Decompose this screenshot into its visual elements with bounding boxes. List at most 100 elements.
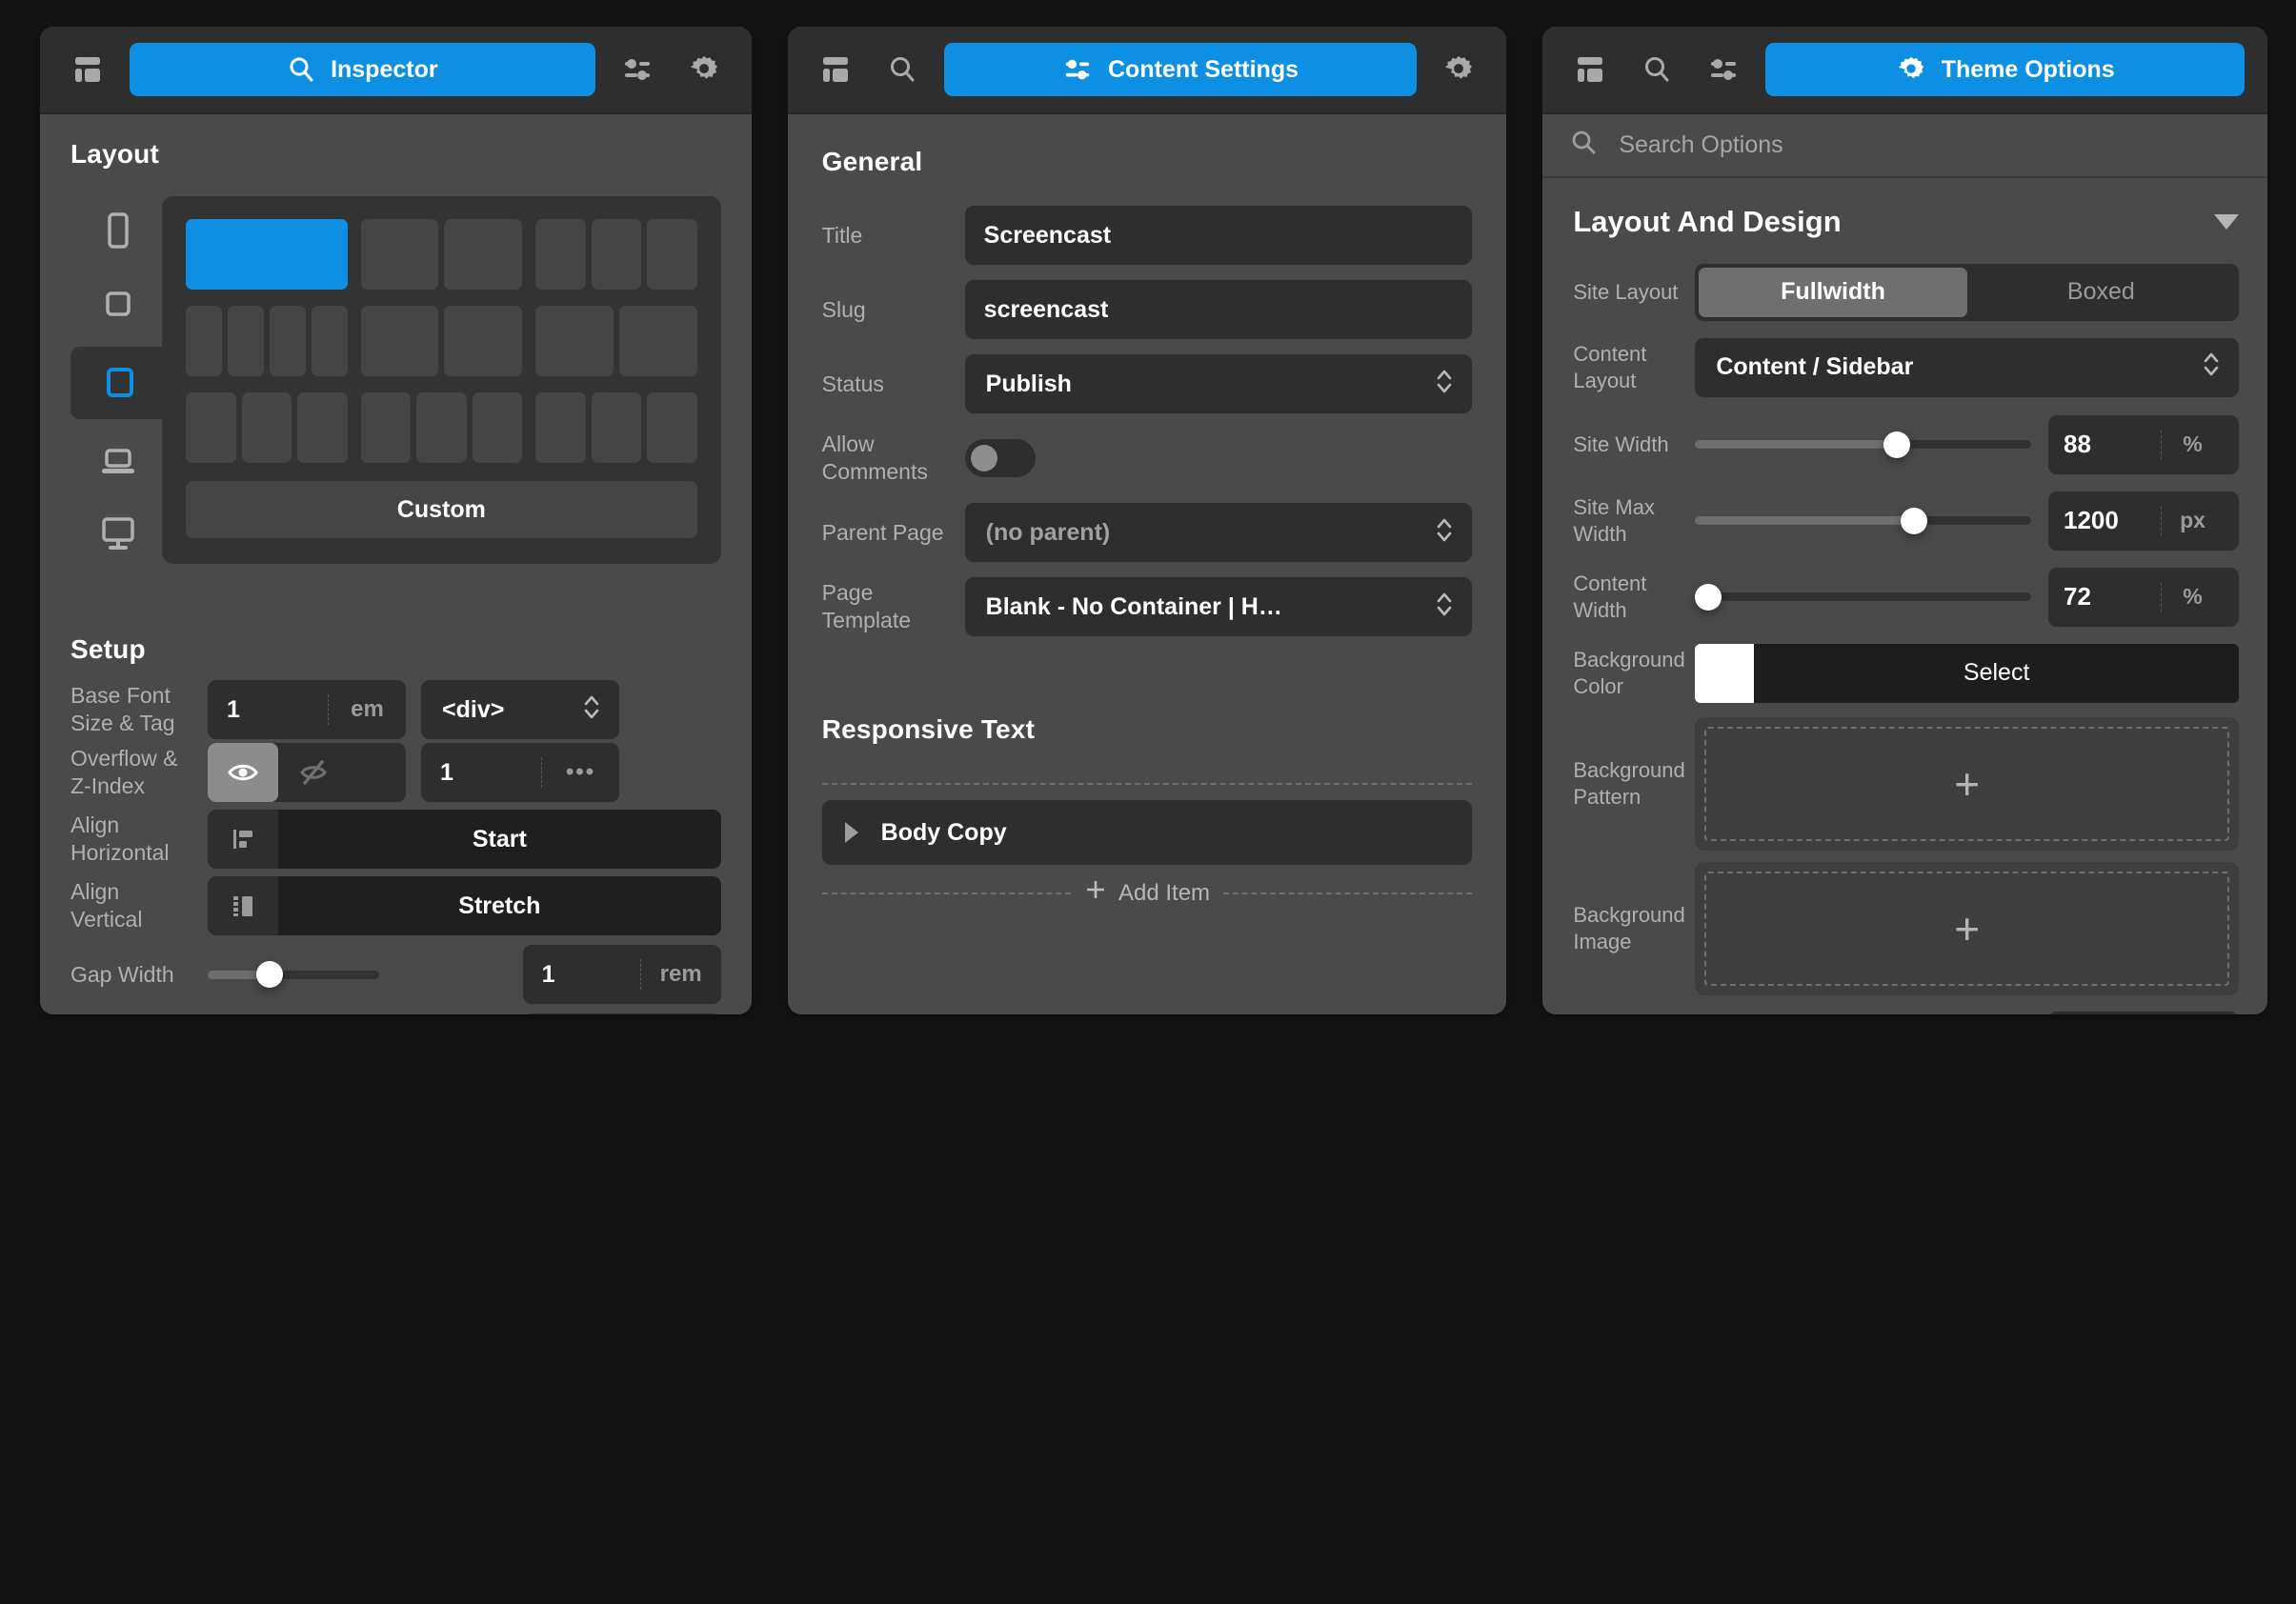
site-max-width-slider[interactable] bbox=[1695, 491, 2031, 551]
site-layout-option-boxed[interactable]: Boxed bbox=[1967, 268, 2235, 317]
custom-layout-button[interactable]: Custom bbox=[186, 481, 697, 538]
layout-preset-option[interactable] bbox=[186, 392, 348, 463]
device-tablet[interactable] bbox=[70, 347, 166, 419]
sliders-icon[interactable] bbox=[1699, 45, 1748, 94]
gap-width-input[interactable]: 1 rem bbox=[523, 945, 721, 1004]
panel-layout-icon[interactable] bbox=[811, 45, 860, 94]
tab-content-settings[interactable]: Content Settings bbox=[944, 43, 1418, 96]
gear-icon[interactable] bbox=[679, 45, 729, 94]
layout-cell[interactable] bbox=[592, 219, 642, 290]
background-color-select-button[interactable]: Select bbox=[1754, 644, 2239, 703]
layout-cell[interactable] bbox=[647, 392, 697, 463]
site-width-input[interactable]: 88 % bbox=[2048, 415, 2239, 474]
layout-cell[interactable] bbox=[312, 306, 348, 376]
layout-cell[interactable] bbox=[647, 219, 697, 290]
device-desktop[interactable] bbox=[83, 505, 153, 564]
layout-preset-option[interactable] bbox=[361, 306, 523, 376]
layout-cell[interactable] bbox=[535, 306, 614, 376]
device-phone-landscape[interactable] bbox=[83, 274, 153, 333]
status-select[interactable]: Publish bbox=[965, 354, 1473, 413]
color-swatch[interactable] bbox=[1695, 644, 1754, 703]
title-input[interactable]: Screencast bbox=[965, 206, 1473, 265]
background-image-fade-input[interactable]: 750 ms bbox=[2048, 1012, 2239, 1014]
content-width-value: 72 bbox=[2064, 582, 2161, 612]
gap-width-unit[interactable]: rem bbox=[640, 959, 702, 990]
layout-cell[interactable] bbox=[444, 306, 522, 376]
layout-preset-option[interactable] bbox=[361, 392, 523, 463]
layout-cell[interactable] bbox=[361, 219, 439, 290]
sliders-icon[interactable] bbox=[613, 45, 662, 94]
device-laptop[interactable] bbox=[83, 432, 153, 491]
align-vertical-control[interactable]: Stretch bbox=[208, 876, 721, 935]
list-item-body-copy[interactable]: Body Copy bbox=[822, 800, 1473, 865]
theme-search-bar[interactable]: Search Options bbox=[1542, 114, 2267, 178]
row-page-template: PageTemplate Blank - No Container | H… bbox=[822, 570, 1473, 644]
parent-page-select[interactable]: (no parent) bbox=[965, 503, 1473, 562]
page-template-select[interactable]: Blank - No Container | H… bbox=[965, 577, 1473, 636]
add-item-button[interactable]: Add Item bbox=[822, 878, 1473, 908]
panel-layout-icon[interactable] bbox=[1565, 45, 1615, 94]
layout-preset-option[interactable] bbox=[186, 219, 348, 290]
layout-preset-option[interactable] bbox=[535, 306, 697, 376]
base-font-size-unit[interactable]: em bbox=[328, 694, 387, 725]
layout-cell[interactable] bbox=[619, 306, 697, 376]
layout-cell[interactable] bbox=[535, 392, 586, 463]
layout-cell[interactable] bbox=[270, 306, 306, 376]
row-label-align-horizontal: AlignHorizontal bbox=[70, 812, 191, 867]
gap-height-input[interactable]: 1 rem bbox=[523, 1013, 721, 1014]
chevron-down-icon[interactable] bbox=[2214, 214, 2239, 230]
plus-icon: + bbox=[1954, 762, 1980, 806]
background-image-fade-slider[interactable] bbox=[1695, 1012, 2031, 1014]
tab-inspector[interactable]: Inspector bbox=[130, 43, 595, 96]
z-index-input[interactable]: 1 ••• bbox=[421, 743, 619, 802]
layout-cell[interactable] bbox=[416, 392, 467, 463]
chevron-right-icon[interactable] bbox=[845, 822, 858, 843]
site-width-slider[interactable] bbox=[1695, 415, 2031, 474]
device-phone-portrait[interactable] bbox=[83, 202, 153, 261]
layout-cell[interactable] bbox=[242, 392, 292, 463]
eye-off-icon[interactable] bbox=[278, 743, 349, 802]
tab-theme-options[interactable]: Theme Options bbox=[1765, 43, 2245, 96]
panel-layout-icon[interactable] bbox=[63, 45, 112, 94]
z-index-more-icon[interactable]: ••• bbox=[541, 757, 600, 788]
content-width-slider[interactable] bbox=[1695, 568, 2031, 627]
accordion-layout-and-design[interactable]: Layout And Design bbox=[1573, 205, 2239, 239]
row-label-background-image: BackgroundImage bbox=[1573, 862, 1695, 995]
background-image-dropzone[interactable]: + bbox=[1695, 862, 2239, 995]
layout-cell[interactable] bbox=[592, 392, 642, 463]
layout-cell[interactable] bbox=[186, 306, 222, 376]
row-background-image: BackgroundImage + bbox=[1573, 856, 2239, 1001]
background-pattern-dropzone[interactable]: + bbox=[1695, 717, 2239, 851]
layout-cell[interactable] bbox=[535, 219, 586, 290]
layout-cell[interactable] bbox=[361, 392, 412, 463]
layout-preset-option[interactable] bbox=[535, 392, 697, 463]
content-layout-select[interactable]: Content / Sidebar bbox=[1695, 338, 2239, 397]
search-icon[interactable] bbox=[1632, 45, 1682, 94]
gap-width-slider[interactable] bbox=[208, 945, 379, 1004]
search-input[interactable]: Search Options bbox=[1619, 131, 1782, 159]
site-layout-option-fullwidth[interactable]: Fullwidth bbox=[1699, 268, 1966, 317]
layout-cell[interactable] bbox=[228, 306, 264, 376]
html-tag-select[interactable]: <div> bbox=[421, 680, 619, 739]
layout-cell-selected[interactable] bbox=[186, 219, 348, 290]
layout-cell[interactable] bbox=[361, 306, 439, 376]
layout-cell[interactable] bbox=[444, 219, 522, 290]
eye-icon[interactable] bbox=[208, 743, 278, 802]
gear-icon[interactable] bbox=[1434, 45, 1483, 94]
layout-preset-option[interactable] bbox=[535, 219, 697, 290]
base-font-size-input[interactable]: 1 em bbox=[208, 680, 406, 739]
chevron-updown-icon bbox=[581, 691, 602, 730]
content-width-input[interactable]: 72 % bbox=[2048, 568, 2239, 627]
allow-comments-toggle[interactable] bbox=[965, 439, 1036, 477]
search-icon[interactable] bbox=[877, 45, 927, 94]
slug-input[interactable]: screencast bbox=[965, 280, 1473, 339]
site-max-width-input[interactable]: 1200 px bbox=[2048, 491, 2239, 551]
layout-cell[interactable] bbox=[186, 392, 236, 463]
layout-cell[interactable] bbox=[473, 392, 523, 463]
align-horizontal-control[interactable]: Start bbox=[208, 810, 721, 869]
layout-preset-option[interactable] bbox=[186, 306, 348, 376]
gap-height-slider[interactable] bbox=[208, 1013, 379, 1014]
layout-preset-option[interactable] bbox=[361, 219, 523, 290]
layout-cell[interactable] bbox=[297, 392, 348, 463]
site-layout-segmented: Fullwidth Boxed bbox=[1695, 264, 2239, 321]
